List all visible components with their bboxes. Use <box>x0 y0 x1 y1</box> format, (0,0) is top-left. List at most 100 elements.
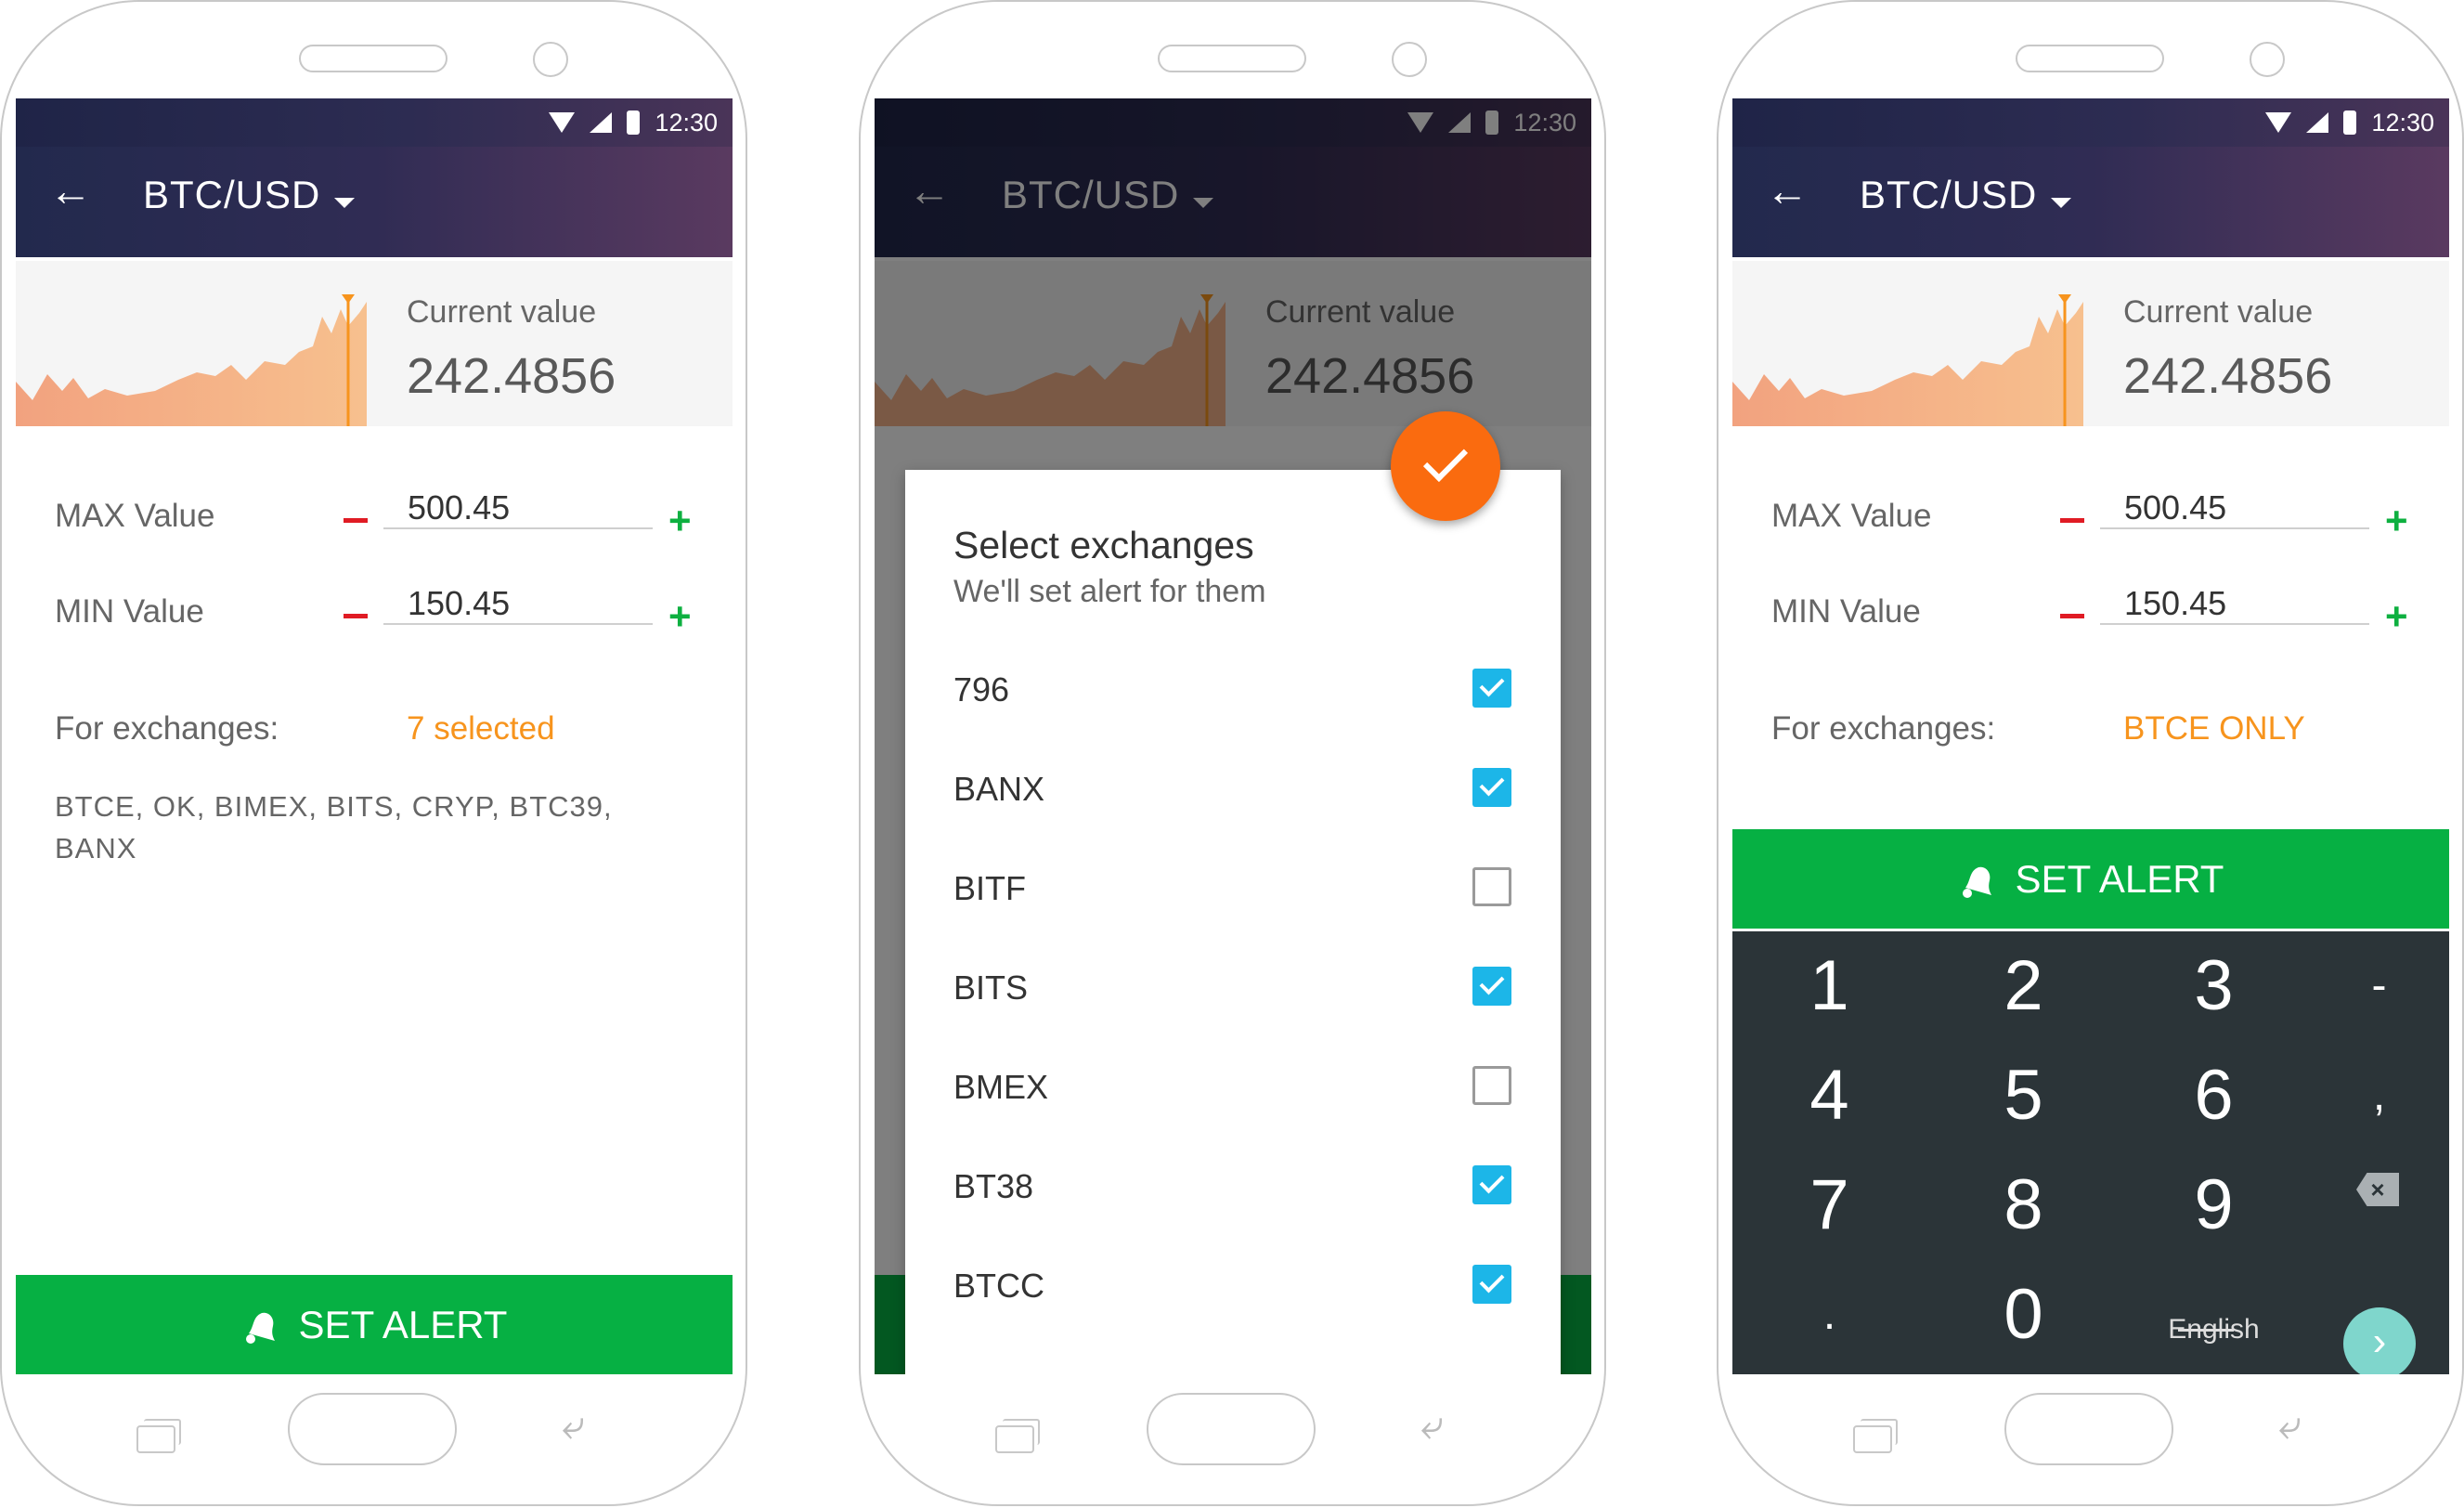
dialog-title: Select exchanges <box>953 524 1254 566</box>
set-alert-button[interactable]: SET ALERT <box>1732 829 2449 929</box>
price-sparkline <box>1732 294 2083 426</box>
numeric-keypad: 1 2 3 - 4 5 6 , 7 8 9 × . 0 English › <box>1732 931 2449 1374</box>
exchanges-selector[interactable]: 7 selected <box>407 710 555 748</box>
max-value-label: MAX Value <box>55 498 215 534</box>
front-camera <box>1392 42 1427 77</box>
status-time: 12:30 <box>2371 108 2434 136</box>
key-comma[interactable]: , <box>2289 1041 2449 1150</box>
confirm-check-button[interactable] <box>1391 411 1500 521</box>
max-decrement-button[interactable] <box>344 518 368 523</box>
min-increment-button[interactable]: + <box>2385 597 2408 636</box>
next-arrow-icon[interactable]: › <box>2343 1307 2416 1374</box>
speaker-grille <box>1158 45 1306 72</box>
min-decrement-button[interactable] <box>344 614 368 618</box>
recent-apps-icon[interactable] <box>1853 1419 1898 1453</box>
exchange-option[interactable]: BANX <box>905 751 1561 826</box>
set-alert-button[interactable]: SET ALERT <box>16 1275 733 1374</box>
key-8[interactable]: 8 <box>1934 1150 2113 1260</box>
current-value-label: Current value <box>2123 294 2314 330</box>
exchanges-selector[interactable]: BTCE ONLY <box>2123 710 2305 748</box>
key-5[interactable]: 5 <box>1934 1041 2113 1150</box>
min-value-label: MIN Value <box>1771 593 1921 630</box>
back-icon[interactable]: ⤶ <box>2278 1402 2302 1449</box>
home-button[interactable] <box>288 1393 457 1465</box>
back-icon[interactable]: ⤶ <box>1420 1402 1444 1449</box>
max-value-field[interactable]: 500.45 <box>2100 488 2369 529</box>
wifi-icon <box>2265 112 2292 133</box>
key-dot[interactable]: . <box>1740 1260 1919 1370</box>
bell-icon <box>245 1312 275 1344</box>
current-value: 242.4856 <box>407 348 616 404</box>
min-value-field[interactable]: 150.45 <box>383 584 653 625</box>
exchange-option[interactable]: BMEX <box>905 1049 1561 1124</box>
max-increment-button[interactable]: + <box>668 501 692 540</box>
back-icon[interactable]: ⤶ <box>562 1402 585 1449</box>
front-camera <box>2250 42 2285 77</box>
recent-apps-icon[interactable] <box>136 1419 181 1453</box>
exchange-option[interactable]: BITS <box>905 950 1561 1024</box>
price-sparkline <box>16 294 367 426</box>
key-9[interactable]: 9 <box>2124 1150 2303 1260</box>
max-decrement-button[interactable] <box>2060 518 2084 523</box>
min-value-field[interactable]: 150.45 <box>2100 584 2369 625</box>
min-decrement-button[interactable] <box>2060 614 2084 618</box>
exchange-option[interactable]: BT38 <box>905 1149 1561 1223</box>
exchange-name: BITS <box>953 968 1029 1007</box>
key-1[interactable]: 1 <box>1740 931 1919 1041</box>
language-switch[interactable]: English <box>2124 1260 2303 1370</box>
exchange-name: BMEX <box>953 1068 1049 1106</box>
back-arrow-icon[interactable]: ← <box>1766 169 1809 212</box>
checkbox-checked[interactable] <box>1472 669 1511 708</box>
key-0[interactable]: 0 <box>1934 1260 2113 1370</box>
checkbox-checked[interactable] <box>1472 1265 1511 1304</box>
chevron-down-icon[interactable] <box>2051 198 2071 208</box>
status-bar: 12:30 <box>1732 98 2449 147</box>
key-2[interactable]: 2 <box>1934 931 2113 1041</box>
phone-frame: 12:30 ← BTC/USD Current value 242.4856 S… <box>859 0 1606 1506</box>
select-exchanges-dialog: Select exchanges We'll set alert for the… <box>905 470 1561 1374</box>
battery-icon <box>2343 110 2357 135</box>
screen: 12:30 ← BTC/USD Current value 242.4856 M… <box>16 98 733 1374</box>
exchanges-label: For exchanges: <box>55 710 279 747</box>
checkbox-checked[interactable] <box>1472 768 1511 807</box>
current-value-card: Current value 242.4856 <box>16 261 733 426</box>
min-increment-button[interactable]: + <box>668 597 692 636</box>
back-arrow-icon[interactable]: ← <box>49 169 92 212</box>
key-7[interactable]: 7 <box>1740 1150 1919 1260</box>
max-value-label: MAX Value <box>1771 498 1932 534</box>
exchange-name: 796 <box>953 670 1010 708</box>
current-value-label: Current value <box>407 294 597 330</box>
screen: 12:30 ← BTC/USD Current value 242.4856 S… <box>875 98 1591 1374</box>
key-6[interactable]: 6 <box>2124 1041 2303 1150</box>
toolbar: ← BTC/USD <box>1732 147 2449 257</box>
pair-selector[interactable]: BTC/USD <box>1860 173 2037 217</box>
set-alert-label: SET ALERT <box>2015 856 2224 901</box>
home-button[interactable] <box>2004 1393 2173 1465</box>
signal-icon <box>2306 112 2329 133</box>
checkbox-unchecked[interactable] <box>1472 1066 1511 1105</box>
pair-selector[interactable]: BTC/USD <box>143 173 320 217</box>
screen: 12:30 ← BTC/USD Current value 242.4856 M… <box>1732 98 2449 1374</box>
front-camera <box>533 42 568 77</box>
home-button[interactable] <box>1147 1393 1316 1465</box>
checkbox-checked[interactable] <box>1472 1165 1511 1204</box>
max-value-field[interactable]: 500.45 <box>383 488 653 529</box>
exchange-name: BTCC <box>953 1267 1044 1305</box>
key-minus[interactable]: - <box>2289 931 2449 1041</box>
backspace-icon[interactable]: × <box>2356 1173 2399 1206</box>
checkbox-unchecked[interactable] <box>1472 867 1511 906</box>
exchange-option[interactable]: BITF <box>905 851 1561 925</box>
checkbox-checked[interactable] <box>1472 967 1511 1006</box>
min-value-label: MIN Value <box>55 593 204 630</box>
key-4[interactable]: 4 <box>1740 1041 1919 1150</box>
status-time: 12:30 <box>655 108 718 136</box>
exchange-option[interactable]: 796 <box>905 652 1561 726</box>
chevron-down-icon[interactable] <box>334 198 355 208</box>
exchange-option[interactable]: BTCC <box>905 1248 1561 1322</box>
phone-frame: 12:30 ← BTC/USD Current value 242.4856 M… <box>0 0 747 1506</box>
set-alert-label: SET ALERT <box>298 1302 508 1346</box>
max-increment-button[interactable]: + <box>2385 501 2408 540</box>
key-3[interactable]: 3 <box>2124 931 2303 1041</box>
exchange-name: BITF <box>953 869 1026 907</box>
recent-apps-icon[interactable] <box>995 1419 1040 1453</box>
